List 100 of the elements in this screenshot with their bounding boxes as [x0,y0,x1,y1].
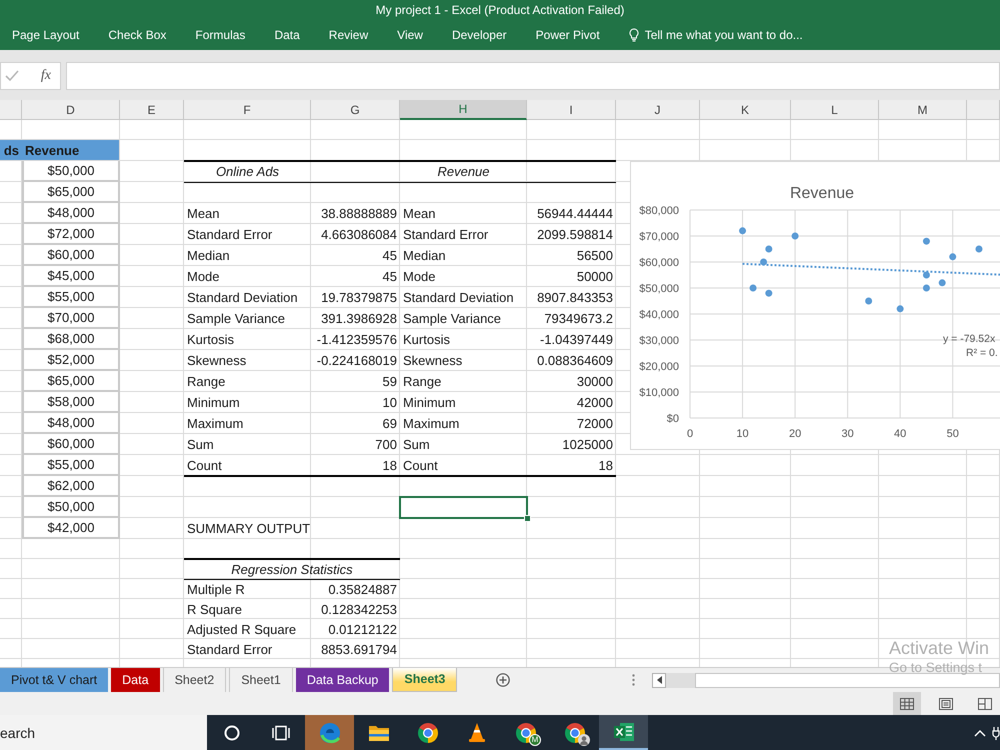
x-axis-label: 10 [736,428,749,440]
section-title: SUMMARY OUTPUT [187,522,310,535]
y-axis-label: $60,000 [639,257,679,269]
stat-value: 0.35824887 [328,582,397,596]
stat-value: 38.88888889 [321,207,397,220]
stat-label: Count [403,459,438,472]
x-axis-label: 40 [894,428,906,440]
stat-label: Standard Error [187,228,272,241]
column-header[interactable]: K [700,100,791,120]
stat-value: 59 [382,375,397,388]
column-header[interactable]: M [879,100,967,120]
lightbulb-icon [628,28,639,42]
stat-value: 18 [382,459,397,472]
chevron-up-icon[interactable] [974,728,986,736]
stat-label: Range [403,375,442,388]
revenue-cell: $68,000 [22,329,120,350]
column-header[interactable]: E [120,100,184,120]
trendline-equation: y = -79.52x [943,333,996,345]
stat-label: Sample Variance [403,312,502,325]
revenue-cell: $55,000 [22,455,120,476]
page-layout-icon [939,698,953,710]
stat-label: Mode [403,270,436,283]
tell-me-search[interactable]: Tell me what you want to do... [616,23,815,47]
revenue-cell: $52,000 [22,350,120,371]
stat-value: 30000 [576,375,613,388]
sheet-tab[interactable]: Data [111,668,160,692]
vertical-dots-icon[interactable] [632,674,635,686]
stat-label: Adjusted R Square [187,622,296,636]
ribbon-tab[interactable]: Check Box [96,23,178,47]
insert-function-button[interactable]: fx [40,69,51,83]
sheet-tab[interactable]: Pivot t& V chart [0,668,108,692]
taskbar-button[interactable]: M [501,715,550,750]
revenue-cell: $42,000 [22,518,120,539]
ribbon-tab[interactable]: Power Pivot [524,23,612,47]
revenue-cell: $60,000 [22,434,120,455]
plug-icon[interactable] [992,726,1000,740]
scroll-left-button[interactable] [652,672,666,688]
browser-icon [416,722,438,744]
ribbon-tab[interactable]: View [385,23,435,47]
stat-value: -1.412359576 [316,333,397,346]
column-header[interactable]: J [616,100,700,120]
view-button[interactable] [893,692,921,715]
ribbon-tab[interactable]: Page Layout [0,23,92,47]
stat-value: 50000 [576,270,613,283]
column-header[interactable]: F [184,100,311,120]
taskbar-button[interactable] [599,715,648,750]
stat-label: Minimum [403,396,456,409]
stat-value: 42000 [576,396,613,409]
task-view-icon [272,724,290,740]
stat-value: 0.128342253 [321,602,397,616]
y-axis-label: $20,000 [639,361,679,373]
table-heading: Regression Statistics [231,562,353,576]
stat-value: 391.3986928 [321,312,397,325]
column-header[interactable]: G [311,100,400,120]
stat-label: Sum [187,438,214,451]
ribbon-tab[interactable]: Developer [440,23,519,47]
stat-value: 45 [382,249,397,262]
stat-label: Maximum [403,417,460,430]
column-header[interactable]: H [400,100,527,120]
stat-label: Standard Error [187,642,272,656]
stat-value: -1.04397449 [540,333,613,346]
x-axis-label: 0 [686,428,694,440]
add-icon[interactable] [496,673,510,687]
x-axis-label: 20 [788,428,802,440]
avatar-icon [578,734,590,746]
ribbon-tab[interactable]: Data [262,23,312,47]
stat-label: Sample Variance [187,312,286,325]
stat-label: Mean [187,207,220,220]
selected-cell[interactable] [399,496,528,519]
stat-value: 700 [375,438,397,451]
revenue-cell: $55,000 [22,287,120,308]
column-title: ds [0,140,22,161]
stat-value: 1025000 [562,438,613,451]
stat-value: 19.78379875 [321,291,397,304]
activation-text: Go to Settings t [889,661,984,674]
stat-value: 2099.598814 [537,228,613,241]
y-axis-label: $50,000 [639,283,679,295]
stat-label: Skewness [403,354,462,367]
sheet-tab[interactable]: Sheet3 [392,668,458,692]
ribbon-tab[interactable]: Review [316,23,380,47]
column-header[interactable]: D [22,100,120,120]
formula-input[interactable] [66,62,1000,90]
ribbon-tab[interactable]: Formulas [183,23,258,47]
stat-label: Mode [187,270,220,283]
y-axis-label: $30,000 [639,335,679,347]
stat-label: Maximum [187,417,244,430]
column-header[interactable]: I [527,100,616,120]
sheet-tab[interactable]: Data Backup [296,668,390,692]
stat-value: 56944.44444 [537,207,613,220]
revenue-cell: $60,000 [22,245,120,266]
stat-value: 56500 [576,249,613,262]
column-header[interactable]: L [791,100,879,120]
y-axis-label: $70,000 [639,231,679,243]
stat-value: 10 [382,396,397,409]
fill-handle[interactable] [524,515,531,522]
browser-icon [514,722,536,744]
stat-value: 69 [382,417,397,430]
stat-value: 79349673.2 [544,312,613,325]
revenue-cell: $48,000 [22,413,120,434]
search-field[interactable]: earch [0,715,207,750]
